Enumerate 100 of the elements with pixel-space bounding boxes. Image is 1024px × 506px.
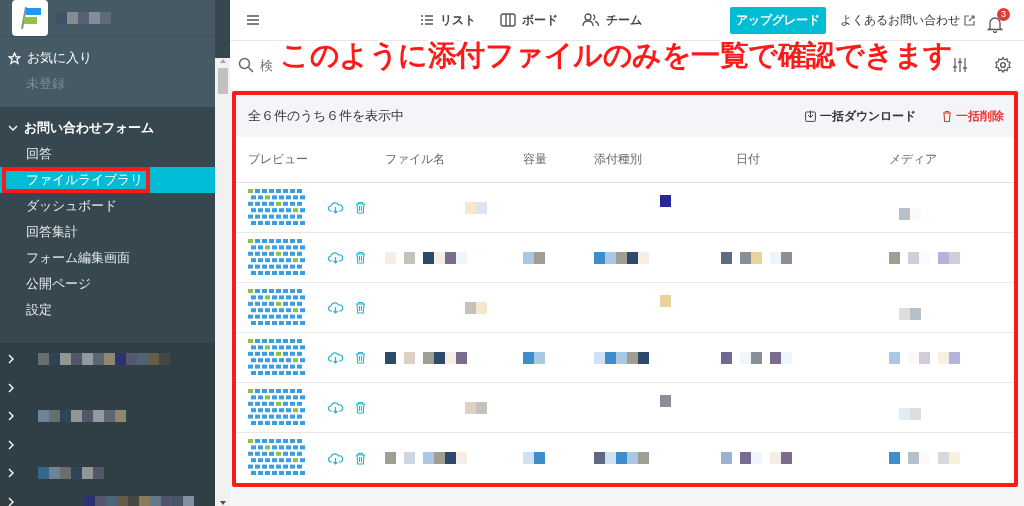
redaction-mosaic (594, 351, 649, 364)
redaction-mosaic (770, 351, 792, 364)
redaction-mosaic (465, 201, 487, 214)
nav-tab[interactable]: ボード (500, 11, 558, 29)
chevron-icon[interactable] (6, 468, 16, 479)
help-link[interactable]: よくあるお問い合わせ (840, 11, 975, 29)
favorites-label[interactable]: お気に入り (27, 49, 92, 67)
trash-icon[interactable] (355, 351, 366, 364)
preview-thumbnail[interactable] (248, 288, 308, 327)
trash-icon[interactable] (355, 401, 366, 414)
redaction-mosaic (740, 351, 762, 364)
preview-thumbnail[interactable] (248, 388, 308, 427)
notification-bell[interactable]: 3 (987, 7, 1010, 33)
redaction-mosaic (465, 401, 487, 414)
download-icon (805, 110, 816, 122)
sidebar-item[interactable]: 回答集計 (0, 219, 215, 245)
chevron-icon[interactable] (8, 123, 18, 133)
column-header: 添付種別 (594, 151, 643, 168)
filter-sliders-icon[interactable] (952, 57, 968, 73)
form-title[interactable]: お問い合わせフォーム (24, 119, 154, 137)
search-field[interactable]: 検 (260, 57, 276, 73)
search-icon (238, 57, 254, 73)
column-header: 日付 (736, 151, 761, 168)
cloud-download-icon[interactable] (328, 301, 343, 314)
trash-icon[interactable] (355, 301, 366, 314)
redaction-mosaic (899, 307, 921, 320)
scroll-down-arrow-icon[interactable] (218, 500, 227, 506)
redaction-mosaic (423, 452, 467, 464)
cloud-download-icon[interactable] (328, 351, 343, 364)
redaction-mosaic (721, 251, 732, 264)
sidebar-item[interactable]: ダッシュボード (0, 193, 215, 219)
redaction-mosaic (660, 394, 671, 407)
star-icon (8, 51, 21, 65)
sidebar-item[interactable]: フォーム編集画面 (0, 245, 215, 271)
redaction-mosaic (721, 351, 732, 364)
column-header: 容量 (523, 151, 548, 168)
scroll-up-arrow-icon[interactable] (218, 58, 227, 64)
redaction-mosaic (523, 452, 545, 464)
scrollbar[interactable] (215, 58, 230, 506)
column-header: プレビュー (248, 151, 309, 168)
nav-tab[interactable]: リスト (420, 11, 476, 29)
redaction-mosaic (908, 452, 930, 464)
trash-icon[interactable] (355, 201, 366, 214)
chevron-icon[interactable] (6, 354, 16, 365)
nav-tab[interactable]: チーム (582, 11, 642, 29)
redaction-mosaic (770, 452, 792, 464)
redaction-mosaic (889, 452, 900, 464)
trash-icon (942, 110, 952, 122)
preview-thumbnail[interactable] (248, 338, 308, 377)
redaction-mosaic (938, 351, 960, 364)
redaction-mosaic (404, 251, 415, 264)
redaction-mosaic (423, 351, 467, 364)
list-icon (420, 14, 434, 26)
sidebar-item[interactable]: 回答 (0, 141, 215, 167)
chevron-icon[interactable] (6, 411, 16, 422)
chevron-icon[interactable] (6, 382, 16, 393)
redaction-mosaic (423, 251, 467, 264)
download-all-button[interactable]: 一括ダウンロード (805, 107, 916, 125)
external-link-icon (964, 14, 975, 26)
menu-icon[interactable] (246, 14, 260, 26)
column-header: ファイル名 (385, 151, 446, 168)
preview-thumbnail[interactable] (248, 439, 308, 477)
redaction-mosaic (908, 351, 930, 364)
preview-thumbnail[interactable] (248, 188, 308, 227)
cloud-download-icon[interactable] (328, 201, 343, 214)
preview-thumbnail[interactable] (248, 238, 308, 277)
cloud-download-icon[interactable] (328, 451, 343, 465)
column-header: メディア (889, 151, 938, 168)
redaction-mosaic (660, 294, 671, 307)
redaction-mosaic (770, 251, 792, 264)
redaction-mosaic (740, 251, 762, 264)
delete-all-button[interactable]: 一括削除 (942, 107, 1004, 125)
redaction-mosaic (523, 251, 545, 264)
notification-badge: 3 (997, 7, 1010, 21)
people-icon (582, 13, 600, 27)
redaction-mosaic (385, 351, 396, 364)
sidebar-item[interactable]: 設定 (0, 297, 215, 323)
redaction-mosaic (465, 301, 487, 314)
cloud-download-icon[interactable] (328, 401, 343, 414)
trash-icon[interactable] (355, 251, 366, 264)
redaction-mosaic (385, 251, 396, 264)
chevron-icon[interactable] (6, 496, 16, 506)
redaction-mosaic (56, 12, 111, 24)
sidebar-item[interactable]: 公開ページ (0, 271, 215, 297)
app-logo[interactable] (12, 0, 48, 36)
cloud-download-icon[interactable] (328, 251, 343, 264)
trash-icon[interactable] (355, 451, 366, 465)
redaction-mosaic (404, 452, 415, 464)
redaction-mosaic (908, 251, 930, 264)
settings-icon[interactable] (994, 56, 1012, 74)
annotation-text: このように添付ファイルのみを一覧で確認できます (280, 37, 953, 74)
redaction-mosaic (404, 351, 415, 364)
scrollbar-thumb[interactable] (217, 68, 228, 94)
redaction-mosaic (899, 407, 921, 420)
chevron-icon[interactable] (6, 439, 16, 450)
redaction-mosaic (740, 452, 762, 464)
redaction-mosaic (523, 351, 545, 364)
redaction-mosaic (721, 452, 732, 464)
redaction-mosaic (889, 351, 900, 364)
redaction-mosaic (38, 467, 104, 480)
